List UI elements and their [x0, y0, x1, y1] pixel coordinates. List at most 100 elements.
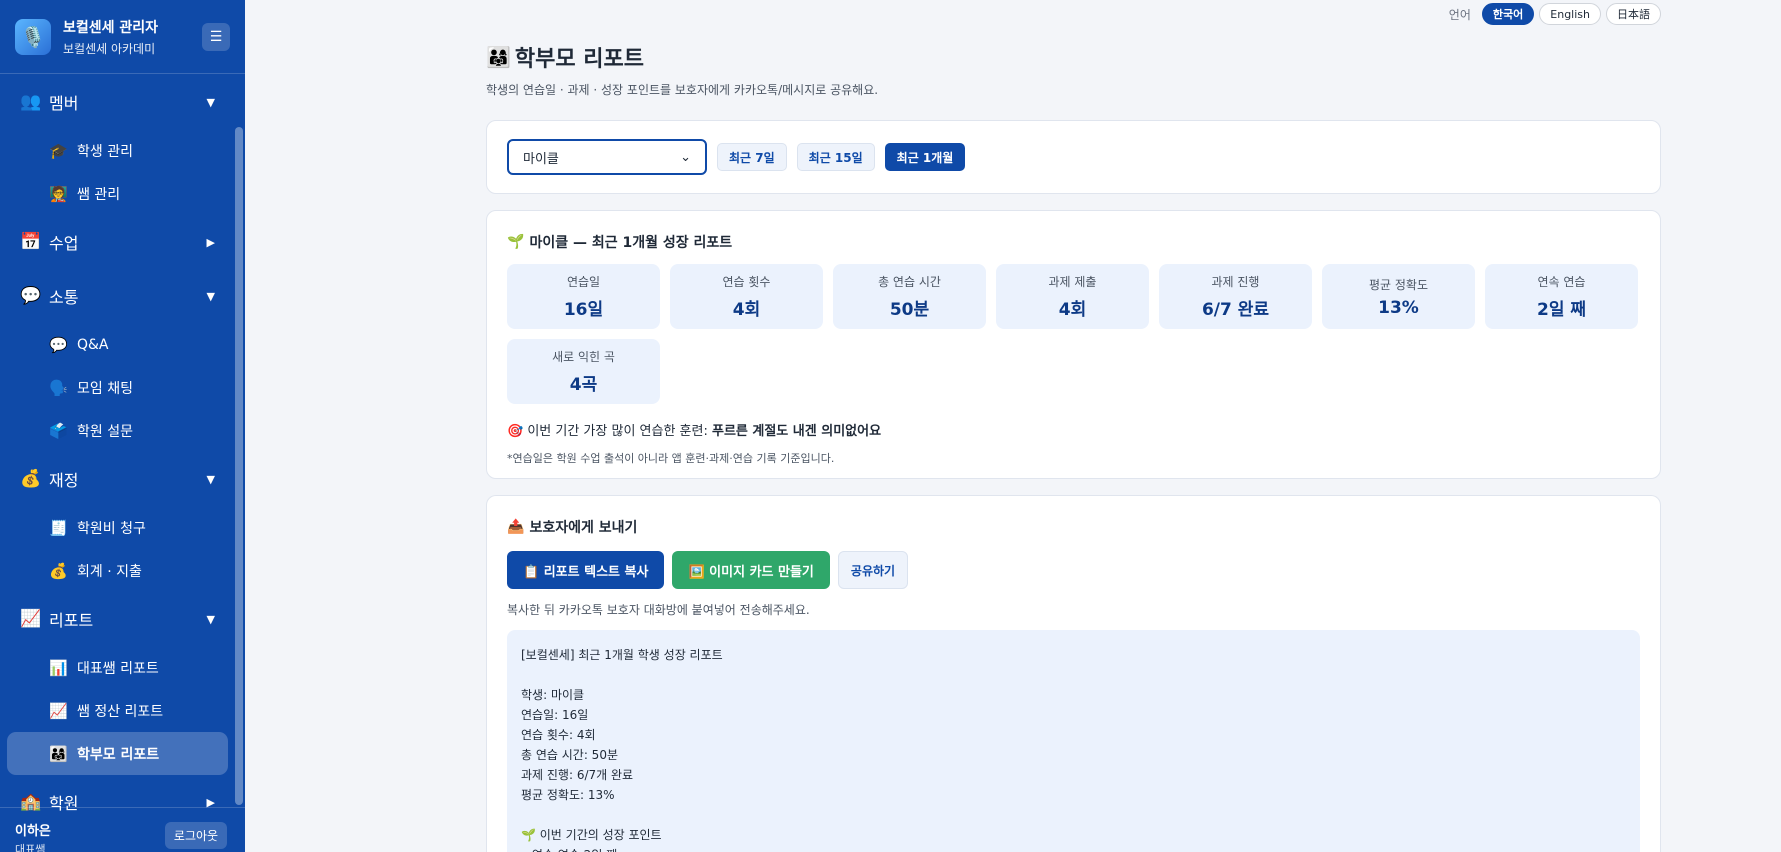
seedling-icon: 🌱 — [507, 234, 525, 250]
bar-chart-icon: 📊 — [49, 658, 68, 677]
money-bag-icon: 💰 — [49, 561, 68, 580]
sidebar-item-head-teacher-report[interactable]: 📊 대표쌤 리포트 — [7, 646, 228, 689]
brand-text: 보컬센세 관리자 보컬센세 아카데미 — [63, 17, 202, 57]
report-title-text: 마이클 — 최근 1개월 성장 리포트 — [529, 235, 733, 251]
microphone-icon: 🎙️ — [15, 18, 51, 55]
chart-up-icon: 📈 — [20, 609, 42, 629]
nav-group-communication[interactable]: 💬 소통 ▼ — [0, 269, 235, 323]
logout-button[interactable]: 로그아웃 — [165, 822, 227, 849]
stat-label: 과제 진행 — [1211, 275, 1260, 289]
chevron-down-icon: ▼ — [206, 472, 215, 486]
sidebar-item-settlement-report[interactable]: 📈 쌤 정산 리포트 — [7, 689, 228, 732]
sidebar-item-label: 모임 채팅 — [77, 380, 133, 397]
stat-value: 6/7 완료 — [1201, 300, 1270, 320]
practice-day-note: *연습일은 학원 수업 출석이 아니라 앱 훈련·과제·연습 기록 기준입니다. — [507, 452, 835, 465]
chevron-right-icon: ▶ — [206, 235, 215, 249]
send-title-text: 보호자에게 보내기 — [529, 520, 638, 536]
page-title-text: 학부모 리포트 — [514, 47, 645, 72]
family-icon: 👨‍👩‍👧 — [49, 744, 68, 763]
filter-card: 마이클 ⌄ 최근 7일 최근 15일 최근 1개월 — [486, 120, 1661, 194]
report-title: 🌱 마이클 — 최근 1개월 성장 리포트 — [507, 232, 1640, 252]
stat-value: 4회 — [732, 300, 761, 320]
make-image-card-button[interactable]: 🖼️ 이미지 카드 만들기 — [672, 551, 830, 589]
range-1-month-button[interactable]: 최근 1개월 — [884, 143, 966, 171]
send-to-guardian-card: 📤 보호자에게 보내기 📋 리포트 텍스트 복사 🖼️ 이미지 카드 만들기 공… — [486, 495, 1661, 852]
stat-new-songs: 새로 익힌 곡 4곡 — [507, 339, 660, 404]
sidebar-item-parent-report[interactable]: 👨‍👩‍👧 학부모 리포트 — [7, 732, 228, 775]
stat-value: 4곡 — [569, 375, 598, 395]
send-actions: 📋 리포트 텍스트 복사 🖼️ 이미지 카드 만들기 공유하기 — [507, 551, 1640, 589]
stat-value: 50분 — [889, 300, 930, 320]
target-icon: 🎯 — [507, 424, 524, 439]
stat-value: 4회 — [1058, 300, 1087, 320]
sidebar-item-label: 쌤 관리 — [77, 186, 121, 203]
sidebar-item-group-chat[interactable]: 🗣️ 모임 채팅 — [7, 366, 228, 409]
stat-assignment-submitted: 과제 제출 4회 — [996, 264, 1149, 329]
copy-report-text-button[interactable]: 📋 리포트 텍스트 복사 — [507, 551, 665, 589]
focus-value: 푸르른 계절도 내겐 의미없어요 — [711, 424, 882, 439]
sidebar-item-qna[interactable]: 💬 Q&A — [7, 323, 228, 366]
stat-value: 2일 째 — [1536, 300, 1587, 320]
chevron-down-icon: ▼ — [206, 289, 215, 303]
sidebar-item-survey[interactable]: 🗳️ 학원 설문 — [7, 409, 228, 452]
nav-group-label: 재정 — [49, 471, 79, 490]
stat-average-accuracy: 평균 정확도 13% — [1322, 264, 1475, 329]
send-help-text: 복사한 뒤 카카오톡 보호자 대화방에 붙여넣어 전송해주세요. — [507, 603, 810, 617]
share-button[interactable]: 공유하기 — [837, 551, 909, 589]
student-select[interactable]: 마이클 ⌄ — [507, 139, 707, 175]
sidebar-item-tuition-billing[interactable]: 🧾 학원비 청구 — [7, 506, 228, 549]
brand-title: 보컬센세 관리자 — [63, 19, 159, 36]
nav-group-label: 소통 — [49, 288, 79, 307]
hamburger-menu-icon[interactable]: ☰ — [202, 22, 230, 51]
stat-practice-streak: 연속 연습 2일 째 — [1485, 264, 1638, 329]
sidebar-item-accounting[interactable]: 💰 회계 · 지출 — [7, 549, 228, 592]
nav-group-member[interactable]: 👥 멤버 ▼ — [0, 75, 235, 129]
stat-value: 13% — [1378, 297, 1419, 318]
receipt-icon: 🧾 — [49, 518, 68, 537]
most-practiced-training: 🎯 이번 기간 가장 많이 연습한 훈련: 푸르른 계절도 내겐 의미없어요 — [507, 420, 1640, 439]
sidebar-item-label: 학부모 리포트 — [77, 746, 160, 763]
family-icon: 👨‍👩‍👧 — [486, 45, 511, 69]
page-title: 👨‍👩‍👧 학부모 리포트 — [486, 41, 1661, 73]
sidebar-item-teacher-management[interactable]: 🧑‍🏫 쌤 관리 — [7, 172, 228, 215]
stat-practice-count: 연습 횟수 4회 — [670, 264, 823, 329]
chart-up-icon: 📈 — [49, 701, 68, 720]
range-7-days-button[interactable]: 최근 7일 — [717, 143, 787, 171]
chevron-down-icon: ▼ — [206, 612, 215, 626]
sidebar-item-label: 회계 · 지출 — [77, 563, 142, 580]
stat-label: 연습 횟수 — [722, 275, 771, 289]
sidebar-item-label: Q&A — [77, 336, 109, 353]
sidebar-nav: 👥 멤버 ▼ 🎓 학생 관리 🧑‍🏫 쌤 관리 📅 수업 ▶ 💬 소통 ▼ 💬 … — [0, 75, 235, 813]
page-subtitle: 학생의 연습일 · 과제 · 성장 포인트를 보호자에게 카카오톡/메시지로 공… — [486, 83, 879, 97]
money-bag-icon: 💰 — [20, 469, 42, 489]
speaking-head-icon: 🗣️ — [49, 378, 68, 397]
ballot-box-icon: 🗳️ — [49, 421, 68, 440]
report-text-preview[interactable]: [보컬센세] 최근 1개월 학생 성장 리포트 학생: 마이클 연습일: 16일… — [507, 630, 1640, 852]
brand-subtitle: 보컬센세 아카데미 — [63, 41, 156, 56]
outbox-icon: 📤 — [507, 519, 525, 535]
stat-label: 새로 익힌 곡 — [552, 350, 615, 364]
sidebar-footer: 이하은 대표쌤 로그아웃 — [0, 807, 245, 852]
sidebar-item-student-management[interactable]: 🎓 학생 관리 — [7, 129, 228, 172]
range-15-days-button[interactable]: 최근 15일 — [796, 143, 875, 171]
sidebar-item-label: 쌤 정산 리포트 — [77, 703, 164, 720]
stat-label: 과제 제출 — [1048, 275, 1097, 289]
nav-group-label: 수업 — [49, 234, 79, 253]
nav-group-report[interactable]: 📈 리포트 ▼ — [0, 592, 235, 646]
stat-label: 총 연습 시간 — [878, 275, 941, 289]
sidebar-item-label: 학원 설문 — [77, 423, 133, 440]
stat-label: 연속 연습 — [1537, 275, 1586, 289]
calendar-icon: 📅 — [20, 232, 42, 252]
nav-group-label: 리포트 — [49, 611, 94, 630]
nav-group-finance[interactable]: 💰 재정 ▼ — [0, 452, 235, 506]
sidebar: 🎙️ 보컬센세 관리자 보컬센세 아카데미 ☰ 👥 멤버 ▼ 🎓 학생 관리 🧑… — [0, 0, 245, 852]
sidebar-item-label: 학생 관리 — [77, 143, 133, 160]
chevron-down-icon: ⌄ — [680, 149, 691, 165]
nav-group-class[interactable]: 📅 수업 ▶ — [0, 215, 235, 269]
sidebar-scrollbar[interactable] — [235, 127, 243, 805]
stats-grid: 연습일 16일 연습 횟수 4회 총 연습 시간 50분 과제 제출 4회 과제… — [507, 264, 1640, 404]
focus-label: 이번 기간 가장 많이 연습한 훈련: — [527, 424, 712, 439]
speech-bubble-icon: 💬 — [49, 335, 68, 354]
chevron-down-icon: ▼ — [206, 95, 215, 109]
teacher-icon: 🧑‍🏫 — [49, 184, 68, 203]
